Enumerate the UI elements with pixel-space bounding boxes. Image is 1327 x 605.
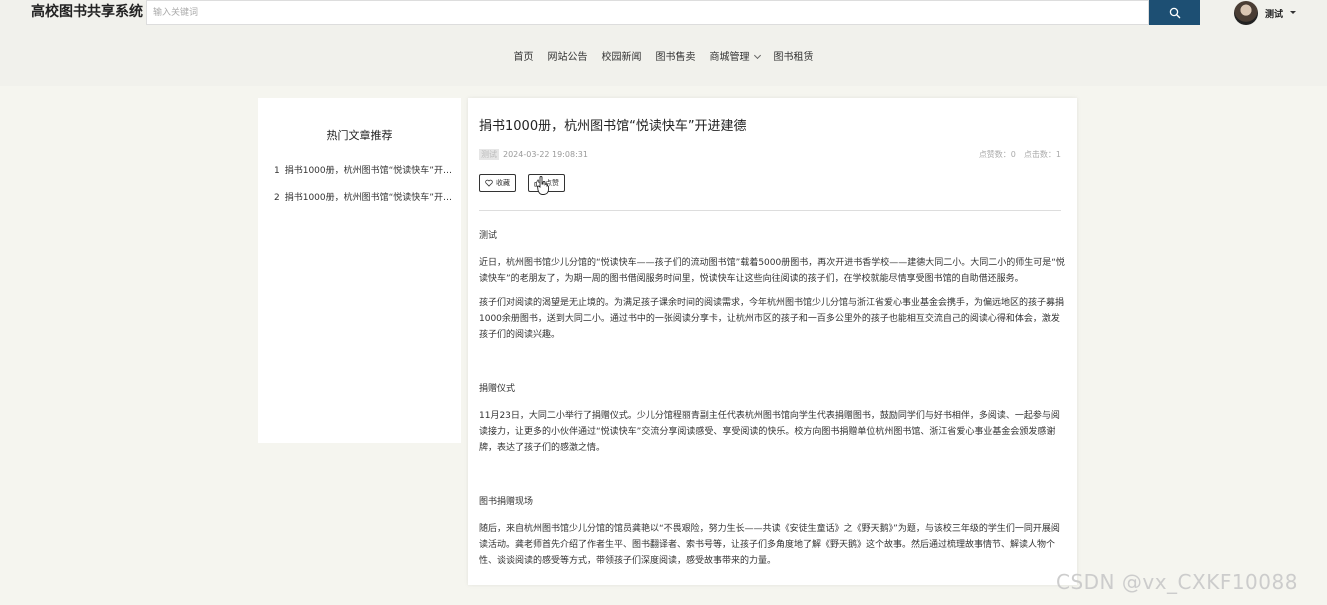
likes-count: 点赞数：0 [978, 150, 1016, 159]
nav-item-campus-news[interactable]: 校园新闻 [595, 49, 649, 67]
collect-button[interactable]: 收藏 [479, 174, 516, 192]
hot-article-item[interactable]: 1 捐书1000册，杭州图书馆“悦读快车”开进建德 [274, 165, 454, 177]
user-name[interactable]: 测试 [1265, 7, 1283, 20]
divider [479, 210, 1061, 211]
article-paragraph: 11月23日，大同二小举行了捐赠仪式。少儿分馆程丽青副主任代表杭州图书馆向学生代… [479, 411, 1060, 453]
hot-article-text: 捐书1000册，杭州图书馆“悦读快车”开进建德 [284, 193, 454, 203]
hot-article-number: 2 [274, 193, 280, 203]
clicks-count: 点击数：1 [1023, 150, 1061, 159]
section-heading: 图书捐赠现场 [479, 497, 534, 507]
chevron-down-icon [753, 51, 761, 60]
top-bar: 高校图书共享系统 测试 首页 网站公告 校园新闻 图书售卖 商城管理 图书租赁 [0, 0, 1327, 86]
article-title: 捐书1000册，杭州图书馆“悦读快车”开进建德 [479, 119, 747, 134]
user-avatar[interactable] [1234, 1, 1258, 25]
article-paragraph: 随后，来自杭州图书馆少儿分馆的馆员龚艳以“不畏艰险，努力生长——共读《安徒生童话… [479, 524, 1060, 566]
hot-articles-title: 热门文章推荐 [326, 129, 393, 142]
section-heading: 捐赠仪式 [479, 384, 516, 394]
hot-article-item[interactable]: 2 捐书1000册，杭州图书馆“悦读快车”开进建德 [274, 192, 454, 204]
article-stats: 点赞数：0 点击数：1 [971, 149, 1061, 160]
hot-article-text: 捐书1000册，杭州图书馆“悦读快车”开进建德 [284, 166, 454, 176]
caret-down-icon[interactable] [1290, 11, 1296, 14]
hot-articles-list: 1 捐书1000册，杭州图书馆“悦读快车”开进建德 2 捐书1000册，杭州图书馆“… [274, 165, 454, 219]
article-datetime: 2024-03-22 19:08:31 [503, 150, 588, 159]
nav-item-announcements[interactable]: 网站公告 [541, 49, 595, 67]
search-icon [1169, 7, 1180, 18]
hot-article-number: 1 [274, 166, 280, 176]
main-nav: 首页 网站公告 校园新闻 图书售卖 商城管理 图书租赁 [0, 49, 1327, 67]
article-panel: 捐书1000册，杭州图书馆“悦读快车”开进建德 测试 2024-03-22 19:… [468, 98, 1077, 585]
nav-item-mall-label: 商城管理 [709, 52, 750, 63]
hot-articles-panel: 热门文章推荐 1 捐书1000册，杭州图书馆“悦读快车”开进建德 2 捐书1000册… [258, 98, 461, 443]
watermark: CSDN @vx_CXKF10088 [1056, 570, 1298, 594]
nav-item-book-sales[interactable]: 图书售卖 [649, 49, 703, 67]
article-author: 测试 [479, 149, 499, 160]
site-brand[interactable]: 高校图书共享系统 [31, 4, 143, 21]
section-heading: 测试 [479, 231, 498, 241]
article-body: 测试 近日，杭州图书馆少儿分馆的“悦读快车——孩子们的流动图书馆”载着5000册… [479, 228, 1065, 577]
nav-item-home[interactable]: 首页 [507, 49, 541, 67]
nav-item-mall-management[interactable]: 商城管理 [703, 49, 767, 67]
search-button[interactable] [1149, 0, 1200, 25]
article-meta: 测试 2024-03-22 19:08:31 [479, 149, 588, 160]
search-bar [146, 0, 1200, 25]
search-input[interactable] [146, 0, 1149, 25]
hand-cursor-icon [537, 176, 549, 195]
nav-item-book-rental[interactable]: 图书租赁 [767, 49, 821, 67]
heart-icon [485, 179, 493, 187]
collect-label: 收藏 [496, 180, 510, 187]
article-paragraph: 孩子们对阅读的渴望是无止境的。为满足孩子课余时间的阅读需求，今年杭州图书馆少儿分… [479, 298, 1065, 340]
article-paragraph: 近日，杭州图书馆少儿分馆的“悦读快车——孩子们的流动图书馆”载着5000册图书，… [479, 258, 1065, 284]
